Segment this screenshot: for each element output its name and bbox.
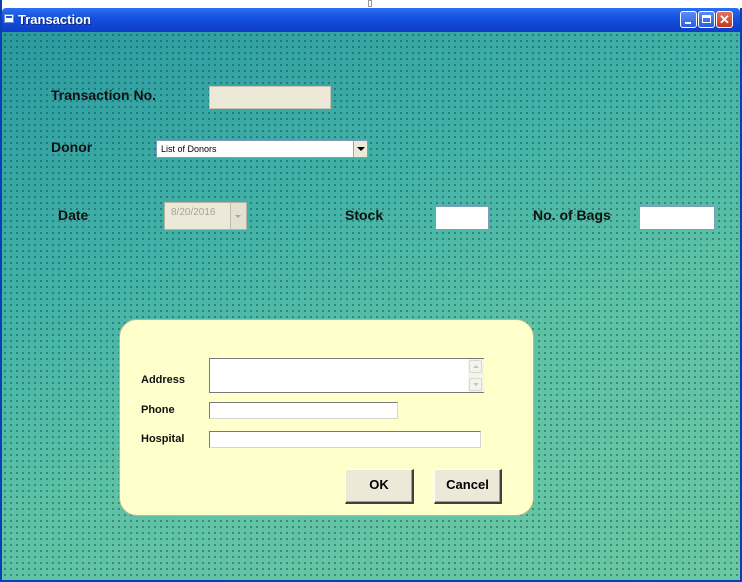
chevron-down-icon[interactable] <box>353 141 367 157</box>
chevron-down-icon <box>230 203 246 229</box>
ok-button[interactable]: OK <box>345 469 414 504</box>
resize-marker <box>368 0 372 7</box>
scroll-up-icon[interactable] <box>469 360 482 373</box>
scroll-down-icon[interactable] <box>469 378 482 391</box>
hospital-label: Hospital <box>141 433 185 445</box>
phone-input[interactable] <box>209 402 398 419</box>
window-title: Transaction <box>18 12 91 27</box>
close-button[interactable]: ✕ <box>716 11 733 28</box>
window-top-gap <box>2 0 742 8</box>
form-client-area: Transaction No. Donor List of Donors Dat… <box>2 32 740 580</box>
stock-label: Stock <box>345 207 384 223</box>
address-input[interactable] <box>209 358 484 393</box>
date-picker: 8/20/2016 <box>164 202 247 230</box>
address-label: Address <box>141 374 186 386</box>
donor-details-panel: Address Phone Hospital OK Cancel <box>119 319 534 516</box>
title-bar[interactable]: Transaction ✕ <box>2 8 740 32</box>
transaction-no-field <box>209 86 331 109</box>
donor-select[interactable]: List of Donors <box>156 140 368 158</box>
minimize-button[interactable] <box>680 11 697 28</box>
donor-label: Donor <box>51 139 93 155</box>
transaction-no-label: Transaction No. <box>51 87 157 103</box>
bags-input[interactable] <box>639 206 715 230</box>
date-label: Date <box>58 207 89 223</box>
maximize-button[interactable] <box>698 11 715 28</box>
bags-label: No. of Bags <box>533 207 611 223</box>
stock-input[interactable] <box>435 206 489 230</box>
close-icon: ✕ <box>719 12 730 27</box>
date-value: 8/20/2016 <box>171 207 216 218</box>
address-scrollbar[interactable] <box>468 359 484 392</box>
cancel-button[interactable]: Cancel <box>434 469 502 504</box>
window-app-icon[interactable] <box>4 14 14 23</box>
phone-label: Phone <box>141 404 175 416</box>
transaction-window: Transaction ✕ Transaction No. Donor List… <box>0 0 742 582</box>
donor-select-value: List of Donors <box>161 144 217 154</box>
hospital-input[interactable] <box>209 431 481 448</box>
